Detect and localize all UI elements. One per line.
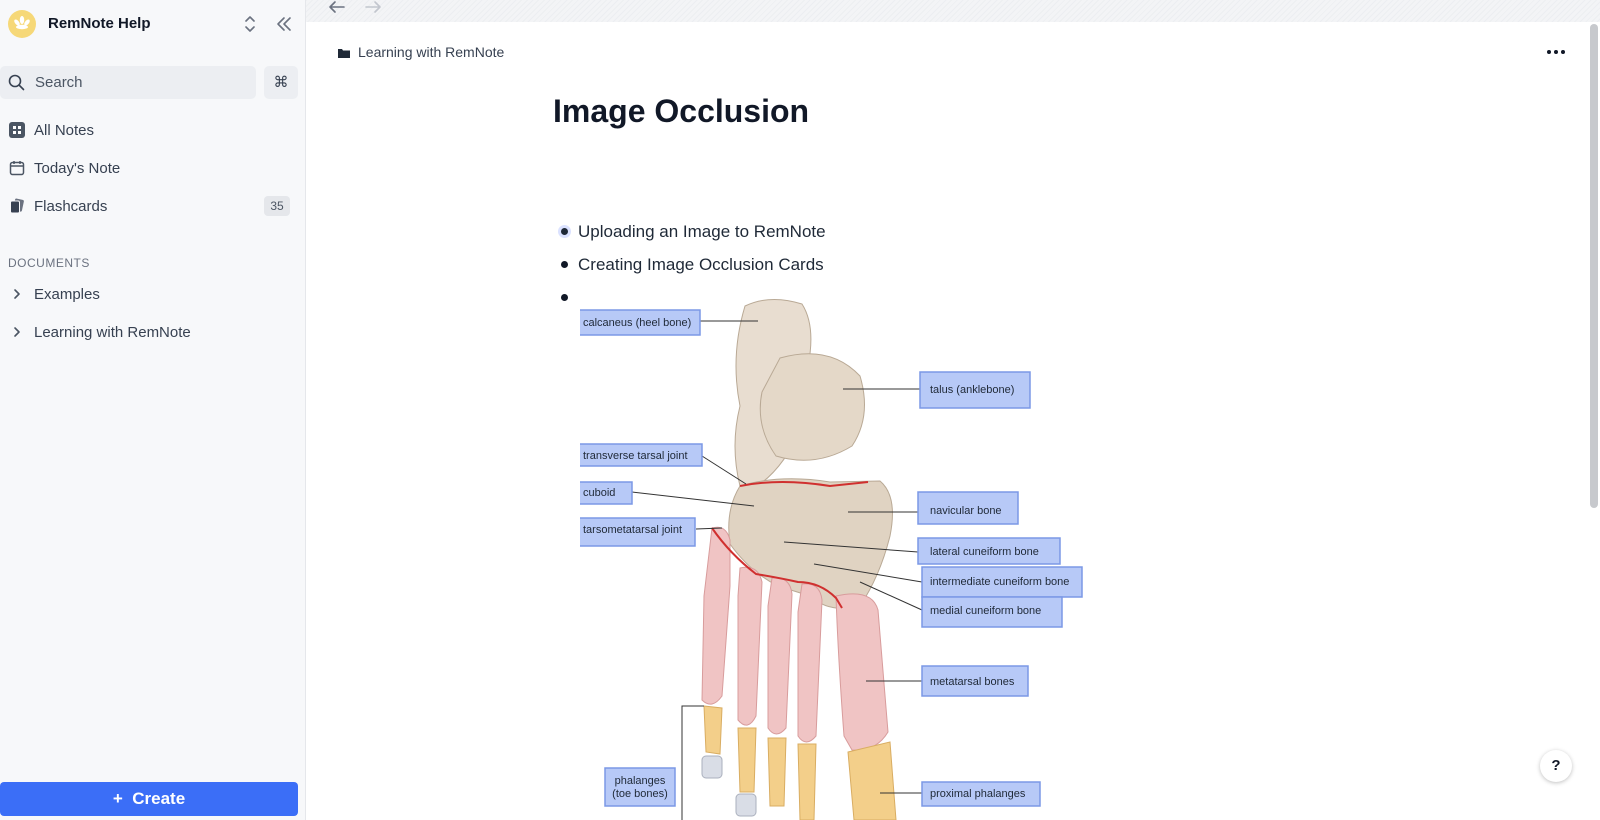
sidebar-item-label: All Notes <box>34 122 95 139</box>
label-cuboid: cuboid <box>583 487 615 499</box>
sidebar-item-all-notes[interactable]: All Notes <box>0 116 300 146</box>
sidebar: RemNote Help Search ⌘ All Notes Today's … <box>0 0 306 820</box>
sidebar-item-flashcards[interactable]: Flashcards 35 <box>0 192 300 222</box>
foot-anatomy-image[interactable]: calcaneus (heel bone) talus (anklebone) … <box>580 296 1110 820</box>
create-button[interactable]: + Create <box>0 782 298 816</box>
back-arrow-icon[interactable] <box>326 0 348 18</box>
tarsal-bones <box>728 299 893 609</box>
documents-heading: DOCUMENTS <box>8 256 90 270</box>
label-calcaneus: calcaneus (heel bone) <box>583 317 691 329</box>
label-phalanges: phalanges <box>615 775 666 787</box>
label-intermediate-cuneiform: intermediate cuneiform bone <box>930 576 1069 588</box>
list-item-text[interactable]: Creating Image Occlusion Cards <box>578 255 824 275</box>
label-medial-cuneiform: medial cuneiform bone <box>930 605 1041 617</box>
document-item-label: Examples <box>34 286 100 303</box>
document-item-examples[interactable]: Examples <box>0 280 300 310</box>
workspace-header[interactable]: RemNote Help <box>8 10 298 38</box>
sidebar-item-label: Flashcards <box>34 198 108 215</box>
lotus-icon <box>14 16 30 30</box>
chevron-up-down-icon[interactable] <box>242 12 258 36</box>
app: RemNote Help Search ⌘ All Notes Today's … <box>0 0 1600 820</box>
breadcrumb-label: Learning with RemNote <box>358 44 505 60</box>
flashcards-count-badge: 35 <box>264 196 290 216</box>
label-toe-bones: (toe bones) <box>612 788 668 800</box>
scrollbar[interactable] <box>1590 24 1598 508</box>
label-transverse-tarsal-joint: transverse tarsal joint <box>583 450 688 462</box>
search-input[interactable]: Search <box>0 66 256 99</box>
create-button-label: Create <box>132 789 186 808</box>
search-label: Search <box>35 74 83 91</box>
bullet-collapsed-icon[interactable] <box>558 225 571 238</box>
help-button[interactable]: ? <box>1540 750 1572 782</box>
bullet-icon[interactable] <box>561 294 568 301</box>
label-metatarsal-bones: metatarsal bones <box>930 676 1015 688</box>
label-proximal-phalanges: proximal phalanges <box>930 788 1026 800</box>
document-item-label: Learning with RemNote <box>34 324 191 341</box>
folder-icon <box>338 49 350 58</box>
more-options-icon[interactable] <box>1544 42 1568 62</box>
document-item-learning-with-remnote[interactable]: Learning with RemNote <box>0 318 300 348</box>
bullet-icon[interactable] <box>561 261 568 268</box>
chevron-right-icon[interactable] <box>9 324 25 340</box>
calendar-icon <box>9 161 25 176</box>
workspace-logo <box>8 10 36 38</box>
top-bar <box>306 0 1600 22</box>
chevron-right-icon[interactable] <box>9 286 25 302</box>
workspace-name: RemNote Help <box>48 15 151 32</box>
list-item-text[interactable]: Uploading an Image to RemNote <box>578 222 826 242</box>
flashcards-icon <box>10 198 24 214</box>
command-menu-button[interactable]: ⌘ <box>264 66 298 99</box>
page-title[interactable]: Image Occlusion <box>553 93 809 130</box>
plus-icon: + <box>112 789 123 808</box>
collapse-sidebar-icon[interactable] <box>274 14 294 34</box>
sidebar-item-todays-note[interactable]: Today's Note <box>0 154 300 184</box>
label-lateral-cuneiform: lateral cuneiform bone <box>930 546 1039 558</box>
label-tarsometatarsal-joint: tarsometatarsal joint <box>583 524 682 536</box>
search-icon <box>8 74 25 91</box>
label-navicular: navicular bone <box>930 505 1002 517</box>
grid-icon <box>9 122 25 138</box>
sidebar-item-label: Today's Note <box>34 160 121 177</box>
label-talus: talus (anklebone) <box>930 384 1014 396</box>
forward-arrow-icon[interactable] <box>362 0 384 18</box>
